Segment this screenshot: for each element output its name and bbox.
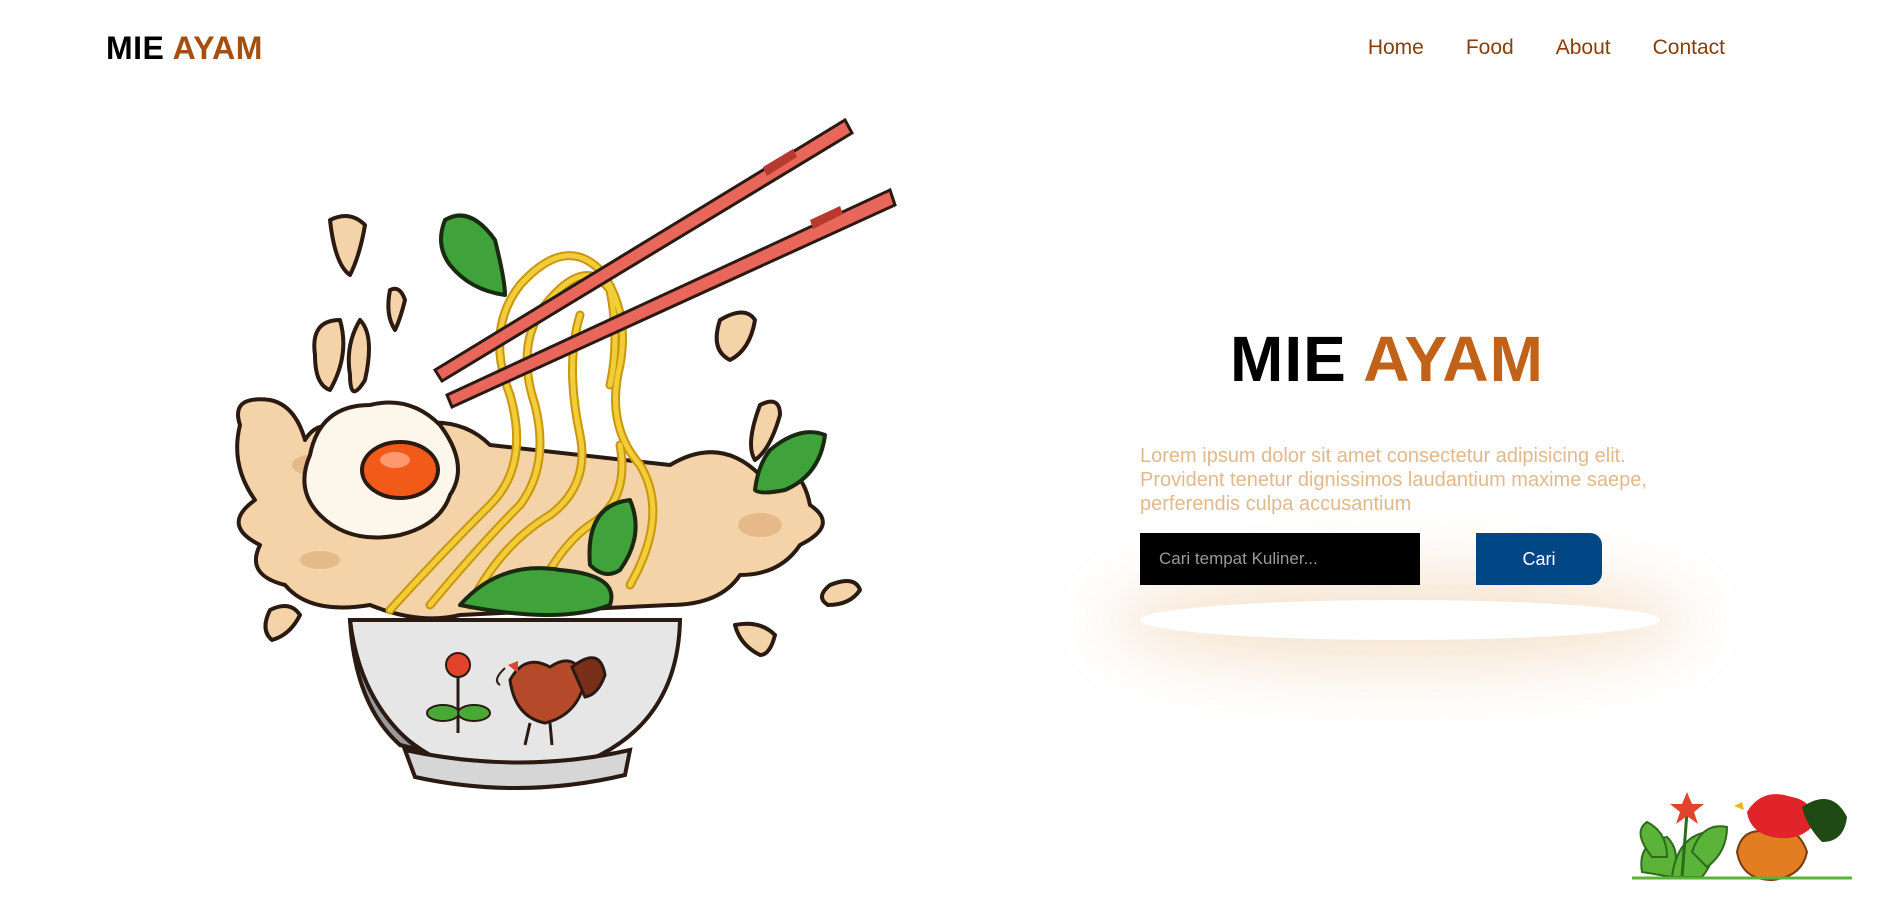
navbar: MIE AYAM Home Food About Contact bbox=[0, 0, 1897, 95]
nav-link-about[interactable]: About bbox=[1556, 36, 1611, 59]
hero-title: MIE AYAM bbox=[1230, 322, 1544, 396]
hero-title-word-mie: MIE bbox=[1230, 323, 1347, 395]
hero-description: Lorem ipsum dolor sit amet consectetur a… bbox=[1140, 445, 1647, 515]
site-logo[interactable]: MIE AYAM bbox=[106, 30, 263, 67]
logo-word-ayam: AYAM bbox=[172, 30, 263, 66]
nav-link-contact[interactable]: Contact bbox=[1653, 36, 1725, 59]
nav-link-food[interactable]: Food bbox=[1466, 36, 1514, 59]
search-glow bbox=[1140, 600, 1660, 640]
rooster-plant-illustration bbox=[1632, 792, 1852, 882]
noodle-bowl-illustration bbox=[235, 117, 897, 791]
nav-item-about: About bbox=[1556, 36, 1611, 60]
logo-word-mie: MIE bbox=[106, 30, 165, 66]
nav-item-home: Home bbox=[1368, 36, 1424, 60]
search-button[interactable]: Cari bbox=[1476, 533, 1602, 585]
nav-link-home[interactable]: Home bbox=[1368, 36, 1424, 59]
hero-title-word-ayam: AYAM bbox=[1363, 323, 1544, 395]
search-input[interactable] bbox=[1140, 533, 1420, 585]
nav-item-food: Food bbox=[1466, 36, 1514, 60]
nav-item-contact: Contact bbox=[1653, 36, 1725, 60]
nav-menu: Home Food About Contact bbox=[1368, 36, 1725, 60]
